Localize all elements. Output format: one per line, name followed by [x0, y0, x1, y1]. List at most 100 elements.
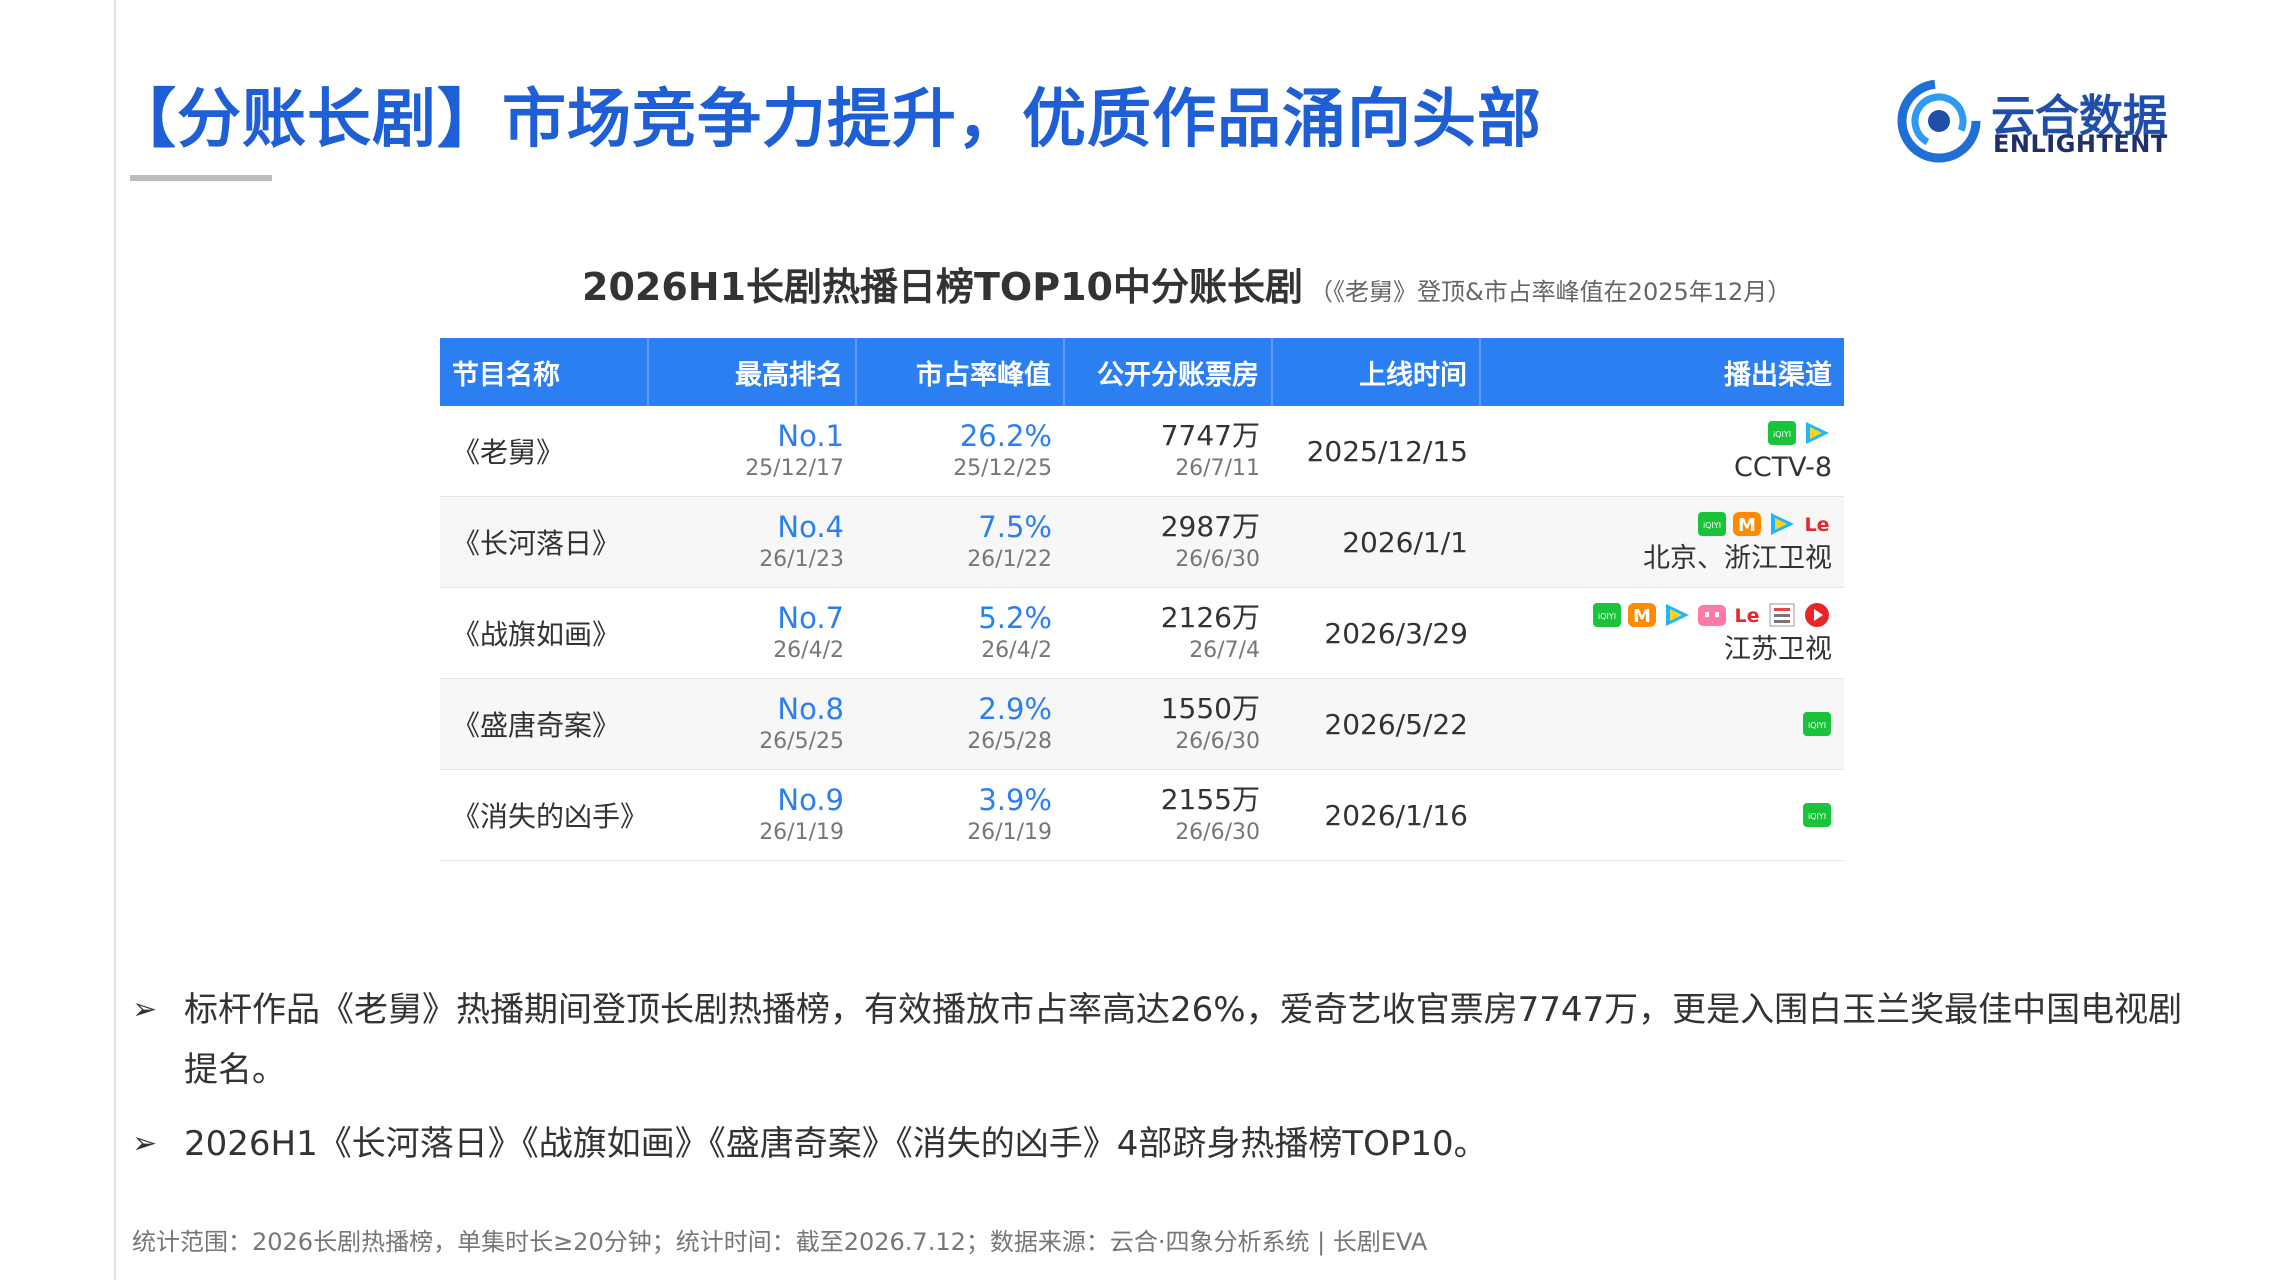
- letv-icon: Le: [1732, 601, 1762, 629]
- enlightent-logo-icon: [1897, 79, 1981, 163]
- channel-icons: iQIYI: [1492, 416, 1832, 450]
- broadcast-channel-text: 北京、浙江卫视: [1643, 543, 1832, 574]
- tencent-video-icon: [1802, 419, 1832, 447]
- svg-text:iQIYI: iQIYI: [1703, 521, 1721, 530]
- box-office-cell: 7747万 26/7/11: [1064, 406, 1272, 497]
- drama-name: 《老舅》: [440, 406, 648, 497]
- column-header-share: 市占率峰值: [856, 338, 1065, 406]
- rank-cell: No.9 26/1/19: [648, 769, 856, 861]
- svg-text:M: M: [1633, 606, 1651, 627]
- peak-rank: No.4: [777, 510, 844, 544]
- iqiyi-icon: iQIYI: [1802, 801, 1832, 829]
- table-row: 《老舅》 No.1 25/12/17 26.2% 25/12/25 7747万 26/7/1…: [440, 406, 1844, 497]
- iqiyi-icon: iQIYI: [1592, 601, 1622, 629]
- channels-cell: iQIYI CCTV-8: [1480, 406, 1844, 497]
- box-office-date: 26/6/30: [1175, 729, 1260, 754]
- box-office-cell: 1550万 26/6/30: [1064, 678, 1272, 770]
- channel-icons: iQIYI: [1492, 707, 1832, 741]
- peak-share: 5.2%: [978, 601, 1052, 635]
- share-cell: 5.2% 26/4/2: [856, 587, 1064, 679]
- table-title: 2026H1长剧热播日榜TOP10中分账长剧 （《老舅》登顶&市占率峰值在2025…: [582, 256, 1791, 311]
- mango-tv-icon: M: [1627, 601, 1657, 629]
- iqiyi-icon: iQIYI: [1767, 419, 1797, 447]
- table-row: 《长河落日》 No.4 26/1/23 7.5% 26/1/22 2987万 26/6/30…: [440, 496, 1844, 588]
- rank-cell: No.7 26/4/2: [648, 587, 856, 679]
- peak-share-date: 26/5/28: [967, 729, 1052, 754]
- table-row: 《盛唐奇案》 No.8 26/5/25 2.9% 26/5/28 1550万 26/6/30…: [440, 678, 1844, 770]
- box-office: 7747万: [1160, 419, 1260, 452]
- title-underline: [130, 175, 272, 181]
- box-office-date: 26/7/11: [1175, 456, 1260, 481]
- letv-icon: Le: [1802, 510, 1832, 538]
- peak-share-date: 25/12/25: [953, 456, 1052, 481]
- rank-cell: No.1 25/12/17: [648, 406, 856, 497]
- broadcast-channel-text: CCTV-8: [1733, 452, 1832, 483]
- svg-text:iQIYI: iQIYI: [1598, 612, 1616, 621]
- drama-name: 《长河落日》: [440, 496, 648, 588]
- svg-text:iQIYI: iQIYI: [1808, 812, 1826, 821]
- peak-rank: No.1: [777, 419, 844, 453]
- youku-icon: [1802, 601, 1832, 629]
- table-row: 《战旗如画》 No.7 26/4/2 5.2% 26/4/2 2126万 26/7/4 202…: [440, 587, 1844, 679]
- peak-rank-date: 26/1/23: [759, 547, 844, 572]
- footnote: 统计范围：2026长剧热播榜，单集时长≥20分钟；统计时间：截至2026.7.1…: [132, 1228, 1428, 1256]
- peak-rank: No.8: [777, 692, 844, 726]
- launch-date: 2025/12/15: [1272, 406, 1480, 497]
- bullet-item: ➢ 2026H1《长河落日》《战旗如画》《盛唐奇案》《消失的凶手》4部跻身热播榜…: [132, 1114, 2192, 1174]
- share-cell: 3.9% 26/1/19: [856, 769, 1064, 861]
- box-office: 2126万: [1160, 601, 1260, 634]
- logo-english-text: ENLIGHTENT: [1993, 130, 2168, 158]
- peak-rank-date: 26/1/19: [759, 820, 844, 845]
- channels-cell: iQIYI: [1480, 678, 1844, 770]
- rank-cell: No.4 26/1/23: [648, 496, 856, 588]
- bilibili-icon: [1697, 601, 1727, 629]
- channel-icons: iQIYI: [1492, 798, 1832, 832]
- iqiyi-icon: iQIYI: [1802, 710, 1832, 738]
- channels-cell: iQIYI M Le 北京、浙江卫视: [1480, 496, 1844, 588]
- tencent-video-icon: [1662, 601, 1692, 629]
- peak-share: 3.9%: [978, 783, 1052, 817]
- box-office: 1550万: [1160, 692, 1260, 725]
- arrow-bullet-icon: ➢: [132, 1126, 158, 1161]
- column-header-box-office: 公开分账票房: [1064, 338, 1273, 406]
- brand-logo: 云合数据 ENLIGHTENT: [1896, 78, 2167, 164]
- iqiyi-icon: iQIYI: [1697, 510, 1727, 538]
- drama-name: 《消失的凶手》: [440, 769, 648, 861]
- launch-date: 2026/5/22: [1272, 678, 1480, 770]
- peak-share: 2.9%: [978, 692, 1052, 726]
- box-office-date: 26/7/4: [1189, 638, 1260, 663]
- table-header-row: 节目名称 最高排名 市占率峰值 公开分账票房 上线时间 播出渠道: [440, 338, 1844, 406]
- peak-rank-date: 25/12/17: [745, 456, 844, 481]
- rank-cell: No.8 26/5/25: [648, 678, 856, 770]
- channel-icons: iQIYI M Le: [1492, 598, 1832, 632]
- peak-share-date: 26/1/22: [967, 547, 1052, 572]
- box-office-cell: 2126万 26/7/4: [1064, 587, 1272, 679]
- share-cell: 2.9% 26/5/28: [856, 678, 1064, 770]
- bullet-text: 标杆作品《老舅》热播期间登顶长剧热播榜，有效播放市占率高达26%，爱奇艺收官票房…: [184, 990, 2183, 1090]
- launch-date: 2026/3/29: [1272, 587, 1480, 679]
- table-title-sub: （《老舅》登顶&市占率峰值在2025年12月）: [1308, 278, 1792, 306]
- tencent-video-icon: [1767, 510, 1797, 538]
- box-office: 2155万: [1160, 783, 1260, 816]
- svg-text:iQIYI: iQIYI: [1773, 430, 1791, 439]
- svg-text:Le: Le: [1735, 605, 1760, 627]
- drama-table: 节目名称 最高排名 市占率峰值 公开分账票房 上线时间 播出渠道 《老舅》 No.…: [440, 338, 1844, 861]
- peak-rank-date: 26/5/25: [759, 729, 844, 754]
- peak-share: 26.2%: [959, 419, 1052, 453]
- sohu-video-icon: [1767, 601, 1797, 629]
- peak-share-date: 26/4/2: [981, 638, 1052, 663]
- svg-text:iQIYI: iQIYI: [1808, 721, 1826, 730]
- broadcast-channel-text: 江苏卫视: [1724, 634, 1832, 665]
- svg-text:Le: Le: [1805, 514, 1830, 536]
- box-office-cell: 2155万 26/6/30: [1064, 769, 1272, 861]
- peak-rank: No.9: [777, 783, 844, 817]
- peak-share: 7.5%: [978, 510, 1052, 544]
- table-row: 《消失的凶手》 No.9 26/1/19 3.9% 26/1/19 2155万 26/6/3…: [440, 769, 1844, 861]
- left-divider: [114, 0, 116, 1280]
- launch-date: 2026/1/1: [1272, 496, 1480, 588]
- arrow-bullet-icon: ➢: [132, 992, 158, 1027]
- share-cell: 26.2% 25/12/25: [856, 406, 1064, 497]
- channel-icons: iQIYI M Le: [1492, 507, 1832, 541]
- table-title-main: 2026H1长剧热播日榜TOP10中分账长剧: [582, 265, 1303, 309]
- column-header-name: 节目名称: [440, 338, 649, 406]
